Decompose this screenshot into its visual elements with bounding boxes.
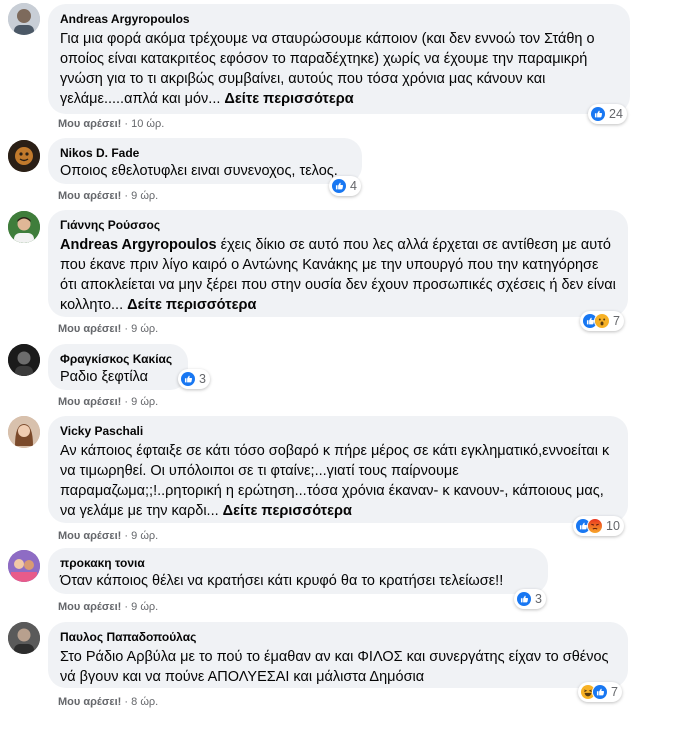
comment-actions: Μου αρέσει! · 10 ώρ. (58, 117, 164, 131)
timestamp[interactable]: 9 ώρ. (131, 601, 158, 613)
like-button[interactable]: Μου αρέσει! (58, 530, 121, 542)
like-icon (331, 178, 347, 194)
comment-bubble: Nikos D. Fade Οποιος εθελοτυφλει ειναι σ… (48, 138, 362, 184)
see-more-link[interactable]: Δείτε περισσότερα (127, 297, 256, 313)
comment-author[interactable]: Andreas Argyropoulos (60, 11, 618, 27)
like-icon (590, 106, 606, 122)
wow-icon (594, 313, 610, 329)
comment-bubble: Γιάννης Ρούσσος Andreas Argyropoulos έχε… (48, 210, 628, 317)
comment-bubble: προκακη τονια Όταν κάποιος θέλει να κρατ… (48, 548, 548, 594)
avatar[interactable] (8, 211, 40, 243)
timestamp[interactable]: 8 ώρ. (131, 696, 158, 708)
reaction-summary[interactable]: 3 (514, 589, 546, 609)
avatar[interactable] (8, 344, 40, 376)
comment-author[interactable]: Φραγκίσκος Κακίας (60, 351, 176, 367)
comment-text: Andreas Argyropoulos έχεις δίκιο σε αυτό… (60, 237, 616, 313)
avatar[interactable] (8, 140, 40, 172)
reaction-count: 24 (609, 107, 623, 121)
like-button[interactable]: Μου αρέσει! (58, 696, 121, 708)
comment-text: Για μια φορά ακόμα τρέχουμε να σταυρώσου… (60, 31, 595, 107)
like-icon (180, 371, 196, 387)
like-button[interactable]: Μου αρέσει! (58, 396, 121, 408)
comment-actions: Μου αρέσει! · 9 ώρ. (58, 395, 158, 409)
see-more-link[interactable]: Δείτε περισσότερα (224, 91, 353, 107)
like-button[interactable]: Μου αρέσει! (58, 323, 121, 335)
avatar[interactable] (8, 550, 40, 582)
comment-author[interactable]: Παυλος Παπαδοπούλας (60, 629, 616, 645)
comment-actions: Μου αρέσει! · 9 ώρ. (58, 600, 158, 614)
reaction-count: 3 (535, 592, 542, 606)
reaction-count: 10 (606, 519, 620, 533)
mention-link[interactable]: Andreas Argyropoulos (60, 237, 217, 253)
reaction-count: 4 (350, 179, 357, 193)
comment-bubble: Vicky Paschali Αν κάποιος έφταιξε σε κάτ… (48, 416, 628, 523)
timestamp[interactable]: 10 ώρ. (131, 118, 164, 130)
timestamp[interactable]: 9 ώρ. (131, 190, 158, 202)
like-icon (516, 591, 532, 607)
comment-bubble: Φραγκίσκος Κακίας Ραδιο ξεφτίλα (48, 344, 188, 390)
comment-actions: Μου αρέσει! · 9 ώρ. (58, 322, 158, 336)
reaction-summary[interactable]: 4 (329, 176, 361, 196)
comment-author[interactable]: Γιάννης Ρούσσος (60, 217, 616, 233)
comment-text: Όταν κάποιος θέλει να κρατήσει κάτι κρυφ… (60, 573, 504, 589)
avatar[interactable] (8, 3, 40, 35)
avatar[interactable] (8, 622, 40, 654)
comment-actions: Μου αρέσει! · 8 ώρ. (58, 695, 158, 709)
avatar[interactable] (8, 416, 40, 448)
like-button[interactable]: Μου αρέσει! (58, 118, 121, 130)
angry-icon (587, 518, 603, 534)
comment-actions: Μου αρέσει! · 9 ώρ. (58, 189, 158, 203)
timestamp[interactable]: 9 ώρ. (131, 396, 158, 408)
comment-bubble: Παυλος Παπαδοπούλας Στο Ράδιο Αρβύλα με … (48, 622, 628, 688)
comment-text: Οποιος εθελοτυφλει ειναι συνενοχος, τελο… (60, 163, 338, 179)
see-more-link[interactable]: Δείτε περισσότερα (223, 503, 352, 519)
comment-text: Αν κάποιος έφταιξε σε κάτι τόσο σοβαρό κ… (60, 443, 610, 519)
like-button[interactable]: Μου αρέσει! (58, 601, 121, 613)
reaction-summary[interactable]: 3 (178, 369, 210, 389)
like-button[interactable]: Μου αρέσει! (58, 190, 121, 202)
comment-author[interactable]: προκακη τονια (60, 555, 536, 571)
timestamp[interactable]: 9 ώρ. (131, 323, 158, 335)
comment-bubble: Andreas Argyropoulos Για μια φορά ακόμα … (48, 4, 630, 114)
comment-author[interactable]: Vicky Paschali (60, 423, 616, 439)
reaction-count: 7 (613, 314, 620, 328)
reaction-summary[interactable]: 24 (588, 104, 627, 124)
reaction-summary[interactable]: 7 (578, 682, 622, 702)
comment-text: Στο Ράδιο Αρβύλα με το πού το έμαθαν αν … (60, 649, 609, 685)
comment-author[interactable]: Nikos D. Fade (60, 145, 350, 161)
comment-actions: Μου αρέσει! · 9 ώρ. (58, 529, 158, 543)
reaction-count: 3 (199, 372, 206, 386)
reaction-count: 7 (611, 685, 618, 699)
like-icon (592, 684, 608, 700)
reaction-summary[interactable]: 10 (573, 516, 624, 536)
timestamp[interactable]: 9 ώρ. (131, 530, 158, 542)
reaction-summary[interactable]: 7 (580, 311, 624, 331)
comment-text: Ραδιο ξεφτίλα (60, 369, 148, 385)
